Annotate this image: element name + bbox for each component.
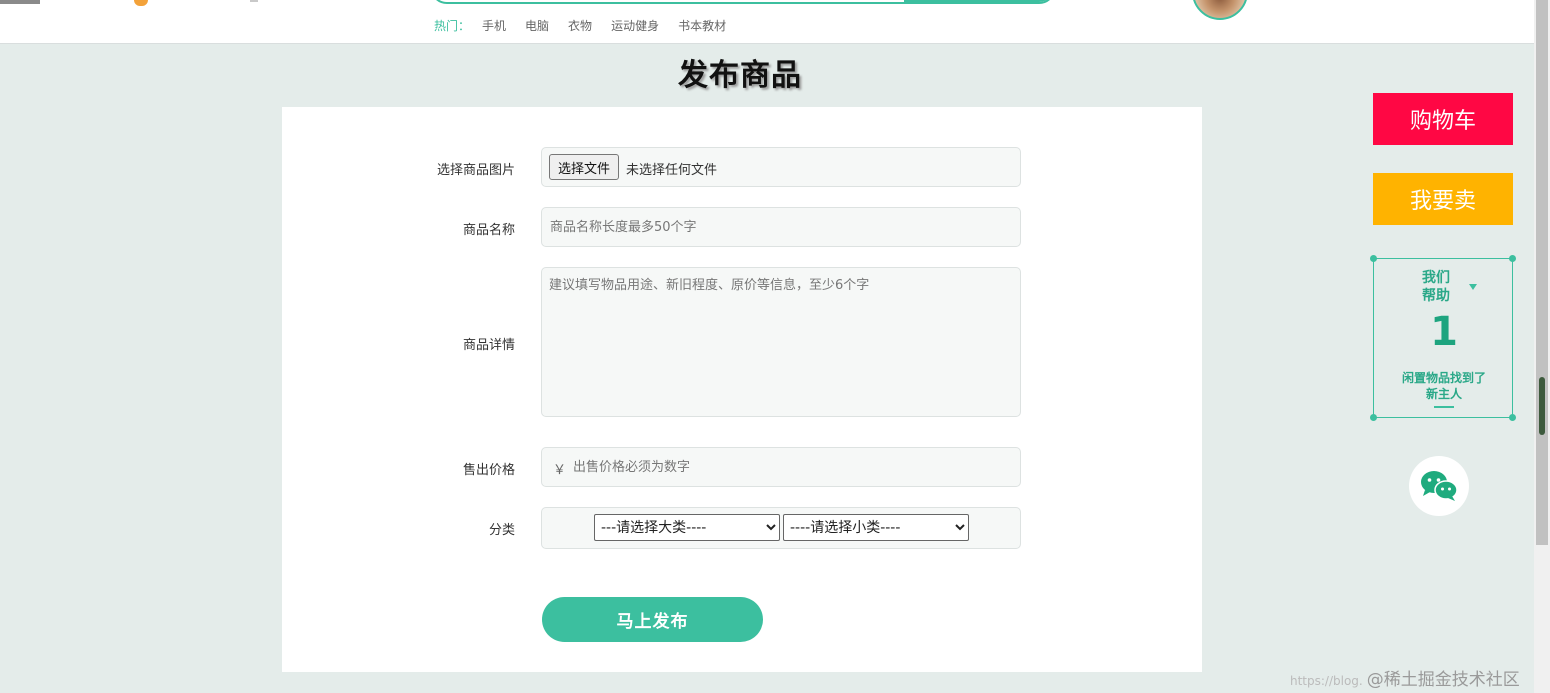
user-avatar[interactable] <box>1192 0 1248 20</box>
price-field: ￥ <box>541 447 1021 487</box>
minor-category-select[interactable]: ----请选择小类---- <box>783 514 969 541</box>
help-title-line1: 我们 <box>1422 270 1450 286</box>
detail-textarea[interactable] <box>542 268 1020 416</box>
watermark-url: https://blog. <box>1290 674 1363 688</box>
logo-fragment <box>0 0 40 4</box>
sell-button[interactable]: 我要卖 <box>1373 173 1513 225</box>
hot-item-computer[interactable]: 电脑 <box>525 17 549 34</box>
corner-dot <box>1509 255 1516 262</box>
cart-button[interactable]: 购物车 <box>1373 93 1513 145</box>
hot-item-phone[interactable]: 手机 <box>482 17 506 34</box>
caret-down-icon <box>1469 284 1477 290</box>
logo-divider <box>250 0 258 2</box>
help-title-line2: 帮助 <box>1422 288 1450 304</box>
watermark: https://blog. @稀土掘金技术社区 <box>1290 665 1520 690</box>
hot-searches: 热门： 手机 电脑 衣物 运动健身 书本教材 <box>434 17 745 34</box>
name-label: 商品名称 <box>462 223 515 238</box>
hot-label: 热门： <box>434 19 471 33</box>
name-field <box>541 207 1021 247</box>
detail-label: 商品详情 <box>462 338 515 353</box>
page-scrollbar[interactable] <box>1534 0 1550 693</box>
page-title: 发布商品 <box>678 58 802 93</box>
scrollbar-thumb[interactable] <box>1536 0 1548 545</box>
help-desc-line2: 新主人 <box>1425 387 1462 401</box>
category-field: ---请选择大类---- ----请选择小类---- <box>541 507 1021 549</box>
help-desc-line1: 闲置物品找到了 <box>1401 371 1486 385</box>
corner-dot <box>1370 255 1377 262</box>
help-description: 闲置物品找到了 新主人 <box>1374 370 1514 402</box>
corner-dot <box>1509 414 1516 421</box>
wechat-button[interactable] <box>1409 456 1469 516</box>
publish-button[interactable]: 马上发布 <box>542 597 763 642</box>
scroll-indicator[interactable] <box>1539 377 1545 435</box>
hot-item-books[interactable]: 书本教材 <box>678 17 726 34</box>
hot-item-clothes[interactable]: 衣物 <box>568 17 592 34</box>
corner-dot <box>1370 414 1377 421</box>
publish-form: 选择商品图片 选择文件 未选择任何文件 商品名称 商品详情 售出价格 ￥ 分类 … <box>282 107 1202 672</box>
image-label: 选择商品图片 <box>436 163 515 178</box>
name-input[interactable] <box>542 208 1020 246</box>
search-button[interactable] <box>904 0 1054 2</box>
hot-item-sports[interactable]: 运动健身 <box>611 17 659 34</box>
price-label: 售出价格 <box>462 463 515 478</box>
help-counter-box: 我们 帮助 1 闲置物品找到了 新主人 <box>1370 255 1516 421</box>
help-title: 我们 帮助 <box>1374 269 1498 305</box>
top-header: 热门： 手机 电脑 衣物 运动健身 书本教材 <box>0 0 1534 44</box>
file-status: 未选择任何文件 <box>626 163 718 178</box>
help-count: 1 <box>1430 309 1458 355</box>
choose-file-button[interactable]: 选择文件 <box>549 154 620 180</box>
watermark-text: @稀土掘金技术社区 <box>1366 670 1520 690</box>
search-bar[interactable] <box>430 0 1056 4</box>
help-underline <box>1434 406 1454 408</box>
wechat-icon <box>1421 471 1458 501</box>
major-category-select[interactable]: ---请选择大类---- <box>594 514 780 541</box>
detail-field <box>541 267 1021 417</box>
category-label: 分类 <box>488 523 515 538</box>
price-input[interactable] <box>565 448 1020 486</box>
image-upload-field: 选择文件 未选择任何文件 <box>541 147 1021 187</box>
logo-icon <box>134 0 148 6</box>
